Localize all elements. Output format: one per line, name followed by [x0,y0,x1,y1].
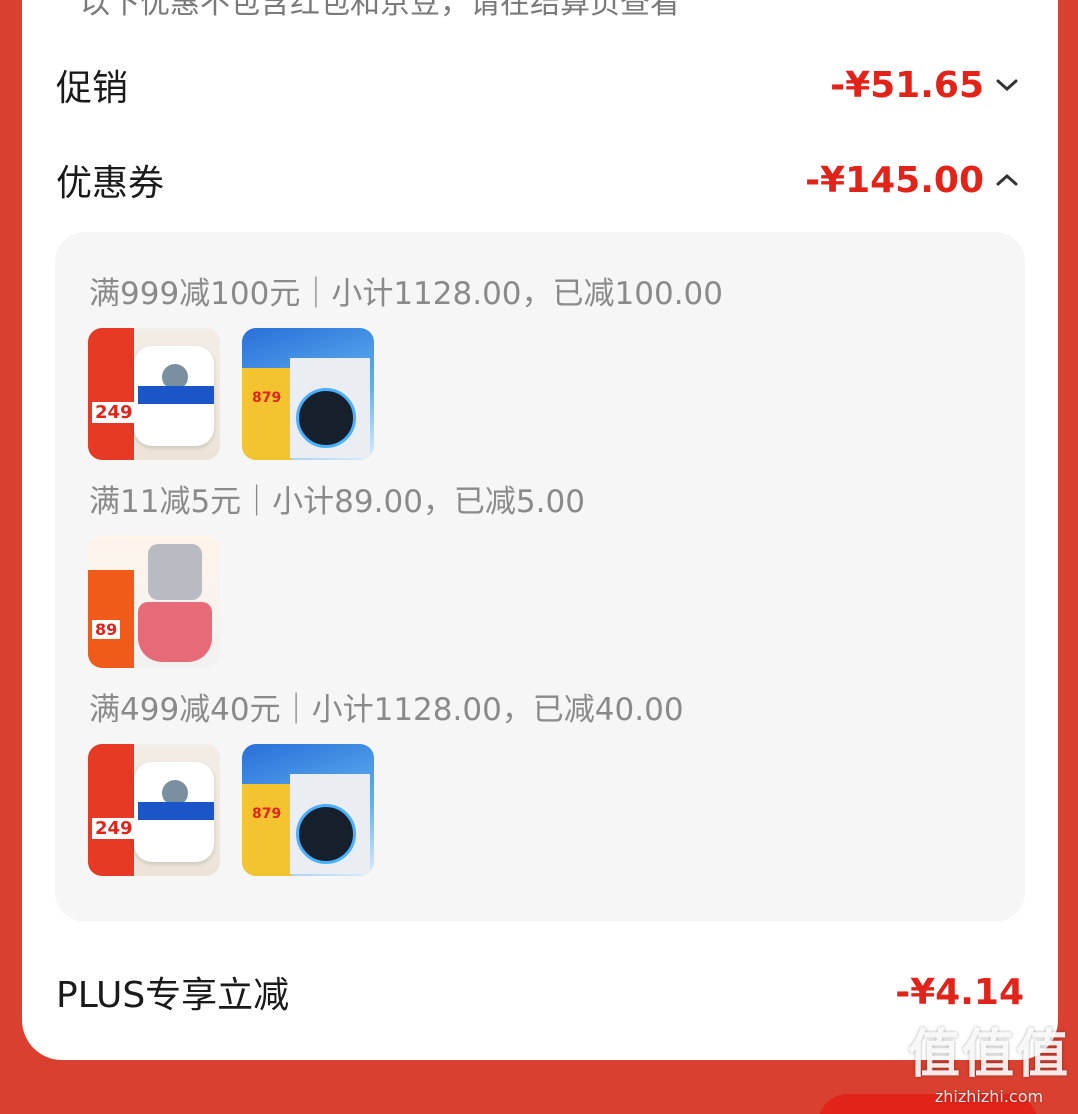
product-price: 89 [92,620,121,639]
watermark-url: zhizhizhi.com [934,1087,1044,1106]
coupon-group-products: 249 879 [88,328,374,460]
coupon-group-products: 249 879 [88,744,374,876]
coupon-group-title: 满499减40元｜小计1128.00，已减40.00 [89,692,684,728]
product-thumbnail-gas-heater[interactable]: 879 [242,328,374,460]
chevron-down-icon[interactable] [990,68,1024,102]
promotion-row[interactable]: 促销 -¥51.65 [56,55,1024,115]
coupon-amount: -¥145.00 [805,159,984,201]
discount-note: 以下优惠不包含红包和京豆，请在结算页查看 [80,0,680,21]
promotion-label: 促销 [56,68,129,109]
coupon-detail-panel: 满999减100元｜小计1128.00，已减100.00 249 879 满11… [55,232,1025,922]
coupon-group-products: 89 [88,536,220,668]
plus-label: PLUS专享立减 [56,975,290,1016]
coupon-label: 优惠券 [56,163,165,204]
plus-discount-row: PLUS专享立减 -¥4.14 [56,962,1024,1022]
product-price: 879 [252,390,282,406]
coupon-row[interactable]: 优惠券 -¥145.00 [56,150,1024,210]
product-price: 249 [92,402,136,423]
coupon-group-title: 满999减100元｜小计1128.00，已减100.00 [89,276,724,312]
product-price: 879 [252,806,282,822]
product-thumbnail-gas-heater[interactable]: 879 [242,744,374,876]
coupon-group-title: 满11减5元｜小计89.00，已减5.00 [89,484,585,520]
product-price: 249 [92,818,136,839]
product-thumbnail-water-heater[interactable]: 249 [88,328,220,460]
plus-amount: -¥4.14 [895,971,1024,1013]
promotion-amount: -¥51.65 [830,64,984,106]
product-thumbnail-chopper[interactable]: 89 [88,536,220,668]
watermark: 值值值 zhizhizhi.com [908,1012,1070,1106]
chevron-up-icon[interactable] [990,163,1024,197]
watermark-logo: 值值值 [907,1025,1070,1085]
product-thumbnail-water-heater[interactable]: 249 [88,744,220,876]
